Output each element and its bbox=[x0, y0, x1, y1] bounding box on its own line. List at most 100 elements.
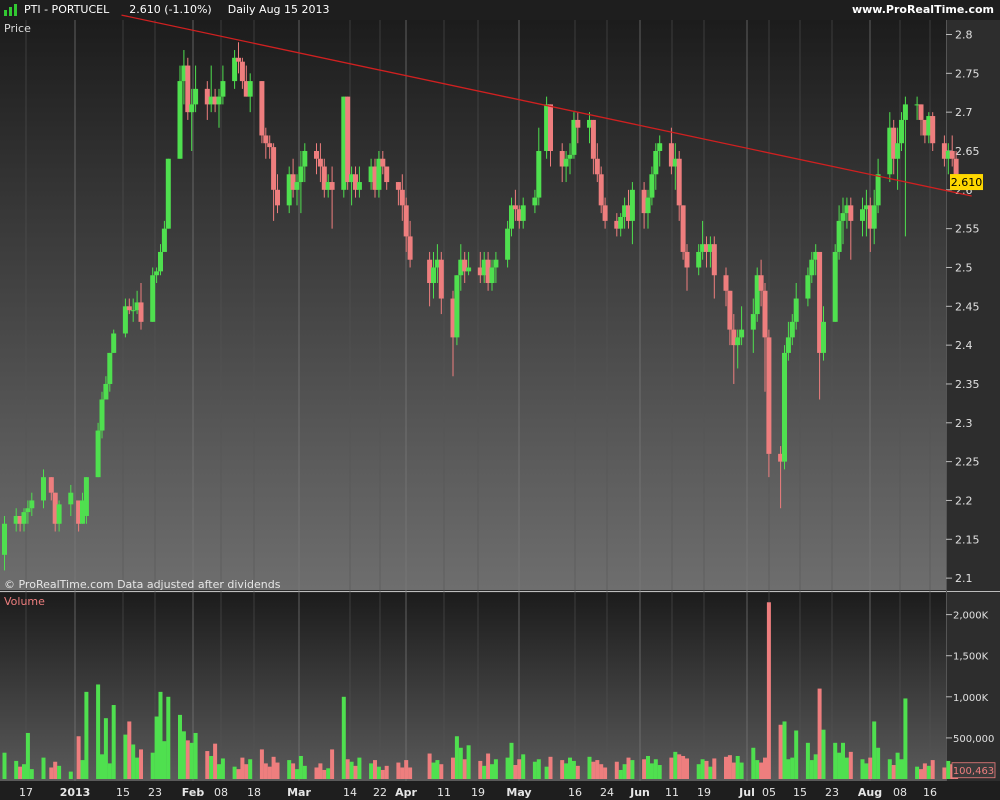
volume-bar bbox=[727, 755, 732, 779]
volume-tick-label: 1,500K bbox=[953, 652, 989, 663]
volume-bar bbox=[25, 732, 30, 779]
volume-bar bbox=[259, 749, 264, 779]
volume-bar bbox=[150, 752, 155, 779]
candle-body bbox=[161, 228, 167, 252]
volume-bar bbox=[49, 767, 54, 779]
volume-bar bbox=[232, 766, 237, 779]
volume-bar bbox=[618, 769, 623, 779]
volume-bar bbox=[821, 729, 826, 779]
candle-body bbox=[122, 306, 128, 334]
candle-body bbox=[130, 310, 136, 312]
date-tick-label: 23 bbox=[825, 786, 839, 799]
candle-body bbox=[431, 267, 436, 284]
candle-body bbox=[177, 81, 183, 159]
candle-body bbox=[739, 329, 745, 338]
volume-bar bbox=[490, 764, 494, 779]
volume-bar bbox=[536, 759, 541, 779]
date-tick-label: 23 bbox=[148, 786, 162, 799]
price-panel-footer: © ProRealTime.com Data adjusted after di… bbox=[4, 578, 281, 591]
candle-body bbox=[454, 275, 460, 338]
volume-bar bbox=[735, 755, 740, 779]
volume-bar bbox=[96, 684, 101, 779]
volume-bar bbox=[57, 765, 62, 779]
volume-bar bbox=[657, 765, 662, 779]
volume-bar bbox=[435, 760, 440, 779]
volume-bar bbox=[263, 763, 268, 779]
date-tick-label: 19 bbox=[697, 786, 711, 799]
candle-body bbox=[345, 96, 351, 183]
volume-bar bbox=[591, 761, 596, 779]
volume-bar bbox=[314, 767, 319, 779]
candle-body bbox=[317, 158, 323, 167]
volume-bar bbox=[322, 769, 327, 779]
volume-bar bbox=[454, 736, 459, 779]
price-tick-label: 2.3 bbox=[955, 417, 973, 430]
candle-body bbox=[189, 104, 195, 113]
candle-body bbox=[567, 154, 573, 159]
candle-body bbox=[785, 337, 791, 353]
volume-bar bbox=[209, 755, 214, 779]
volume-bar bbox=[408, 767, 413, 779]
candle-body bbox=[676, 158, 682, 206]
candle-body bbox=[259, 81, 265, 136]
volume-bar bbox=[587, 756, 592, 779]
candle-body bbox=[750, 314, 756, 330]
date-tick-label: 05 bbox=[762, 786, 776, 799]
candle-body bbox=[871, 205, 877, 229]
volume-bar bbox=[162, 741, 167, 779]
volume-bar bbox=[673, 751, 678, 779]
volume-bar bbox=[509, 742, 514, 779]
volume-bar bbox=[493, 759, 498, 779]
volume-bar bbox=[712, 758, 717, 779]
date-tick-label: May bbox=[506, 786, 531, 799]
volume-bar bbox=[193, 732, 198, 779]
volume-bar bbox=[599, 764, 604, 779]
candle-body bbox=[239, 61, 245, 82]
candle-body bbox=[696, 251, 702, 268]
volume-bar bbox=[205, 751, 210, 779]
date-tick-label: 19 bbox=[471, 786, 485, 799]
volume-bar bbox=[248, 759, 253, 779]
volume-bar bbox=[564, 763, 569, 779]
candle-body bbox=[356, 182, 362, 190]
candle-body bbox=[875, 174, 881, 206]
candle-body bbox=[793, 298, 799, 322]
candle-body bbox=[165, 158, 171, 229]
candle-body bbox=[520, 205, 526, 221]
candle bbox=[832, 244, 838, 322]
volume-bar bbox=[267, 766, 272, 779]
volume-bar bbox=[513, 765, 518, 779]
candle-body bbox=[403, 205, 409, 237]
candle-body bbox=[193, 88, 199, 105]
candle-body bbox=[41, 477, 46, 501]
price-tick-label: 2.55 bbox=[955, 223, 980, 236]
candle-body bbox=[860, 209, 865, 221]
volume-bar bbox=[560, 760, 565, 779]
volume-bar bbox=[291, 763, 296, 779]
date-tick-label: Feb bbox=[182, 786, 205, 799]
volume-bar bbox=[930, 760, 935, 779]
volume-bar bbox=[603, 767, 608, 779]
volume-bar bbox=[669, 757, 674, 779]
price-tick-label: 2.25 bbox=[955, 456, 980, 469]
volume-bar bbox=[505, 757, 510, 779]
candle-body bbox=[302, 150, 308, 167]
volume-bar bbox=[630, 760, 635, 779]
candle-body bbox=[247, 81, 253, 97]
candle-body bbox=[493, 259, 499, 268]
date-tick-label: 14 bbox=[343, 786, 357, 799]
candle-body bbox=[107, 352, 113, 384]
date-tick-label: 08 bbox=[893, 786, 907, 799]
candle-body bbox=[575, 119, 581, 128]
volume-bar bbox=[704, 760, 709, 779]
candle bbox=[259, 81, 265, 144]
volume-bar bbox=[517, 759, 522, 779]
volume-bar bbox=[595, 760, 600, 779]
volume-bar bbox=[759, 762, 764, 779]
volume-bar bbox=[80, 760, 85, 779]
candle-body bbox=[68, 492, 74, 505]
volume-bar bbox=[817, 688, 822, 779]
volume-bar bbox=[681, 755, 686, 779]
candle-body bbox=[836, 220, 842, 252]
price-tick-label: 2.7 bbox=[955, 106, 973, 119]
